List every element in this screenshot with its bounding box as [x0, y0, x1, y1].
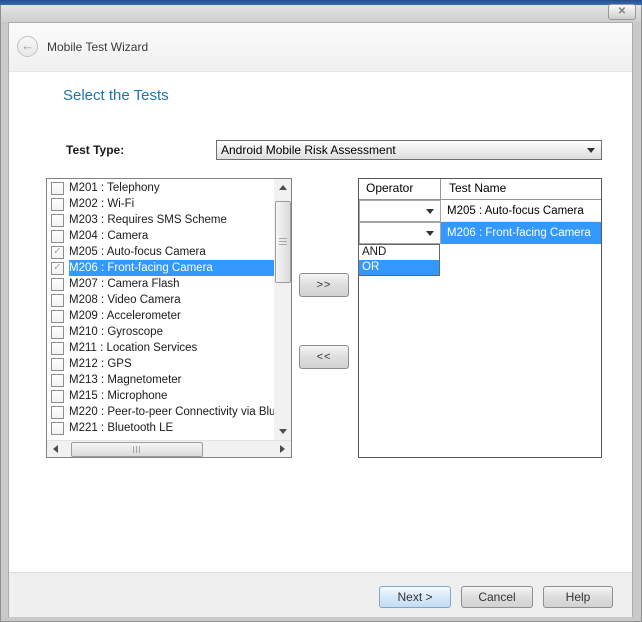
list-item-label: M201 : Telephony: [69, 180, 274, 196]
table-row[interactable]: M206 : Front-facing Camera: [359, 222, 601, 244]
list-item[interactable]: ✓ M205 : Auto-focus Camera: [47, 244, 274, 260]
list-item-label: M207 : Camera Flash: [69, 276, 274, 292]
scroll-up-icon: [279, 185, 287, 190]
vertical-scrollbar-thumb[interactable]: [275, 201, 291, 283]
operator-dropdown-list: ANDOR: [358, 244, 440, 276]
scroll-down-button[interactable]: [274, 423, 291, 440]
checkbox[interactable]: [51, 422, 64, 435]
remove-tests-button[interactable]: <<: [299, 345, 349, 369]
vertical-scrollbar[interactable]: [274, 179, 291, 440]
help-button[interactable]: Help: [543, 586, 613, 608]
wizard-dialog: ← Mobile Test Wizard Select the Tests Te…: [8, 22, 633, 617]
list-item-label: M213 : Magnetometer: [69, 372, 274, 388]
test-name-cell[interactable]: M206 : Front-facing Camera: [441, 222, 601, 244]
scroll-left-icon: [53, 445, 58, 453]
checkbox[interactable]: [51, 406, 64, 419]
list-item[interactable]: M204 : Camera: [47, 228, 274, 244]
back-button[interactable]: ←: [17, 36, 38, 57]
checkbox[interactable]: ✓: [51, 246, 64, 259]
table-row[interactable]: M205 : Auto-focus Camera: [359, 200, 601, 222]
selected-tests-table: Operator Test Name M205 : Auto-focus Cam…: [358, 178, 602, 458]
window: ✕ ← Mobile Test Wizard Select the Tests …: [0, 0, 642, 622]
list-item-label: M220 : Peer-to-peer Connectivity via Blu…: [69, 404, 274, 420]
wizard-title: Mobile Test Wizard: [47, 23, 148, 71]
next-button[interactable]: Next >: [379, 586, 451, 608]
checkbox[interactable]: ✓: [51, 262, 64, 275]
checkbox[interactable]: [51, 230, 64, 243]
checkbox[interactable]: [51, 326, 64, 339]
dropdown-option[interactable]: AND: [359, 245, 439, 260]
list-item-label: M210 : Gyroscope: [69, 324, 274, 340]
back-arrow-icon: ←: [18, 37, 37, 55]
list-item[interactable]: M212 : GPS: [47, 356, 274, 372]
horizontal-scrollbar-thumb[interactable]: [71, 442, 203, 457]
list-item-label: M204 : Camera: [69, 228, 274, 244]
test-name-cell[interactable]: M205 : Auto-focus Camera: [441, 200, 601, 222]
checkbox[interactable]: [51, 310, 64, 323]
list-item[interactable]: M213 : Magnetometer: [47, 372, 274, 388]
list-item-label: M203 : Requires SMS Scheme: [69, 212, 274, 228]
close-icon: ✕: [609, 5, 635, 18]
list-item[interactable]: M211 : Location Services: [47, 340, 274, 356]
close-button[interactable]: ✕: [608, 4, 636, 20]
list-item[interactable]: M208 : Video Camera: [47, 292, 274, 308]
column-header-operator: Operator: [359, 179, 441, 199]
list-item-label: M221 : Bluetooth LE: [69, 420, 274, 436]
list-item-label: M215 : Microphone: [69, 388, 274, 404]
horizontal-scrollbar[interactable]: [47, 440, 291, 457]
column-header-test-name: Test Name: [441, 179, 601, 199]
titlebar: [1, 5, 641, 22]
checkbox[interactable]: [51, 198, 64, 211]
scroll-right-icon: [280, 445, 285, 453]
list-item-label: M211 : Location Services: [69, 340, 274, 356]
scroll-left-button[interactable]: [47, 441, 64, 457]
list-item-label: M208 : Video Camera: [69, 292, 274, 308]
list-item[interactable]: M209 : Accelerometer: [47, 308, 274, 324]
available-tests-list: M201 : TelephonyM202 : Wi-FiM203 : Requi…: [46, 178, 292, 458]
test-type-label: Test Type:: [66, 143, 124, 157]
list-item[interactable]: M215 : Microphone: [47, 388, 274, 404]
checkbox[interactable]: [51, 374, 64, 387]
operator-cell-dropdown[interactable]: [359, 200, 441, 222]
list-item[interactable]: ✓ M206 : Front-facing Camera: [47, 260, 274, 276]
checkbox[interactable]: [51, 342, 64, 355]
dropdown-option[interactable]: OR: [359, 260, 439, 275]
list-item[interactable]: M207 : Camera Flash: [47, 276, 274, 292]
checkbox[interactable]: [51, 214, 64, 227]
list-item[interactable]: M220 : Peer-to-peer Connectivity via Blu…: [47, 404, 274, 420]
list-item[interactable]: M202 : Wi-Fi: [47, 196, 274, 212]
chevron-down-icon: [426, 231, 434, 236]
list-item[interactable]: M210 : Gyroscope: [47, 324, 274, 340]
list-item[interactable]: M221 : Bluetooth LE: [47, 420, 274, 436]
list-item-label: M209 : Accelerometer: [69, 308, 274, 324]
footer: Next > Cancel Help: [9, 572, 632, 617]
list-item-label: M202 : Wi-Fi: [69, 196, 274, 212]
checkbox[interactable]: [51, 294, 64, 307]
table-header: Operator Test Name: [359, 179, 601, 200]
test-type-value: Android Mobile Risk Assessment: [221, 143, 396, 157]
scroll-down-icon: [279, 429, 287, 434]
chevron-down-icon: [587, 148, 595, 153]
list-item[interactable]: M201 : Telephony: [47, 180, 274, 196]
checkbox[interactable]: [51, 278, 64, 291]
list-item[interactable]: M203 : Requires SMS Scheme: [47, 212, 274, 228]
cancel-button[interactable]: Cancel: [461, 586, 533, 608]
list-item-label: M212 : GPS: [69, 356, 274, 372]
checkbox[interactable]: [51, 390, 64, 403]
operator-cell-dropdown[interactable]: [359, 222, 441, 244]
test-type-select[interactable]: Android Mobile Risk Assessment: [216, 140, 602, 160]
scroll-up-button[interactable]: [274, 179, 291, 196]
list-item-label: M206 : Front-facing Camera: [69, 260, 274, 276]
checkbox[interactable]: [51, 358, 64, 371]
chevron-down-icon: [426, 209, 434, 214]
add-tests-button[interactable]: >>: [299, 273, 349, 297]
page-title: Select the Tests: [63, 87, 169, 104]
checkbox[interactable]: [51, 182, 64, 195]
list-item-label: M205 : Auto-focus Camera: [69, 244, 274, 260]
scroll-right-button[interactable]: [274, 441, 291, 457]
